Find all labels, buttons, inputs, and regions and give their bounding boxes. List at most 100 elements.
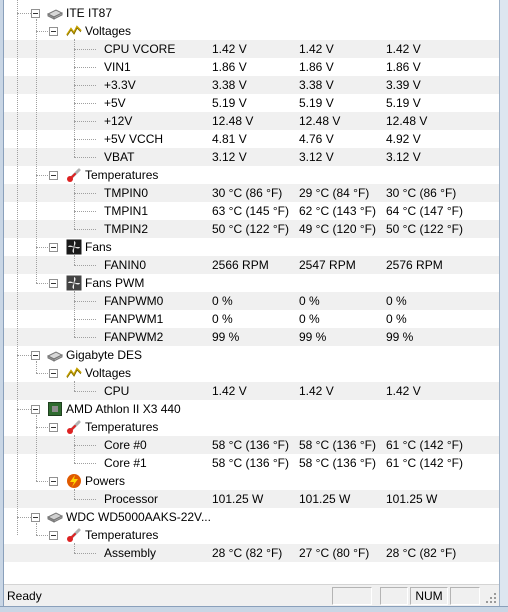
sensor-row-core-1[interactable]: Core #1 58 °C (136 °F) 58 °C (136 °F) 61 °C…: [4, 454, 499, 472]
collapse-toggle[interactable]: [31, 351, 40, 360]
value-max: 61 °C (142 °F): [386, 438, 463, 452]
node-label: Temperatures: [85, 528, 159, 542]
collapse-toggle[interactable]: [49, 423, 58, 432]
tree-connector: [74, 229, 96, 230]
tree-connector: [36, 175, 50, 176]
status-panel: [380, 587, 408, 605]
sensor-row-assembly[interactable]: Assembly 28 °C (82 °F) 27 °C (80 °F) 28 °C …: [4, 544, 499, 562]
tree-connector: [74, 183, 75, 229]
node-label: Fans: [85, 240, 112, 254]
tree-connector: [74, 139, 96, 140]
tree-connector: [74, 499, 96, 500]
sensor-row-core-0[interactable]: Core #0 58 °C (136 °F) 58 °C (136 °F) 61 °C…: [4, 436, 499, 454]
tree-connector: [74, 301, 96, 302]
sensor-row-tmpin2[interactable]: TMPIN2 50 °C (122 °F) 49 °C (120 °F) 50 °C …: [4, 220, 499, 238]
value-max: 1.86 V: [386, 60, 421, 74]
sensor-row-vbat[interactable]: VBAT 3.12 V 3.12 V 3.12 V: [4, 148, 499, 166]
node-label: ITE IT87: [66, 6, 113, 20]
sensor-row-3-3v[interactable]: +3.3V 3.38 V 3.38 V 3.39 V: [4, 76, 499, 94]
value-min: 27 °C (80 °F): [299, 546, 370, 560]
collapse-toggle[interactable]: [49, 531, 58, 540]
value-max: 61 °C (142 °F): [386, 456, 463, 470]
collapse-toggle[interactable]: [49, 27, 58, 36]
collapse-toggle[interactable]: [49, 279, 58, 288]
value-min: 62 °C (143 °F): [299, 204, 376, 218]
value-current: 99 %: [212, 330, 240, 344]
collapse-toggle[interactable]: [31, 513, 40, 522]
value-min: 58 °C (136 °F): [299, 456, 376, 470]
collapse-toggle[interactable]: [49, 243, 58, 252]
tree-connector: [74, 211, 96, 212]
sensor-row-tmpin0[interactable]: TMPIN0 30 °C (86 °F) 29 °C (84 °F) 30 °C (8…: [4, 184, 499, 202]
collapse-toggle[interactable]: [31, 405, 40, 414]
window-frame-right: [499, 0, 508, 612]
thermometer-icon: [66, 167, 82, 183]
tree-connector: [36, 19, 37, 283]
tree-node-temperatures[interactable]: Temperatures: [4, 166, 499, 184]
resize-grip-icon[interactable]: [484, 591, 498, 605]
tree-node-ite-it87[interactable]: ITE IT87: [4, 4, 499, 22]
value-max: 99 %: [386, 330, 414, 344]
sensor-row-tmpin1[interactable]: TMPIN1 63 °C (145 °F) 62 °C (143 °F) 64 °C …: [4, 202, 499, 220]
sensor-row-cpu[interactable]: CPU 1.42 V 1.42 V 1.42 V: [4, 382, 499, 400]
value-max: 12.48 V: [386, 114, 428, 128]
collapse-toggle[interactable]: [31, 9, 40, 18]
node-label: Voltages: [85, 24, 132, 38]
node-label: FANPWM2: [104, 330, 164, 344]
sensor-row-vin1[interactable]: VIN1 1.86 V 1.86 V 1.86 V: [4, 58, 499, 76]
status-bar: Ready NUM: [4, 584, 499, 606]
tree-connector: [74, 337, 96, 338]
sensor-row-fanpwm1[interactable]: FANPWM1 0 % 0 % 0 %: [4, 310, 499, 328]
sensor-row-5v-vcch[interactable]: +5V VCCH 4.81 V 4.76 V 4.92 V: [4, 130, 499, 148]
tree-node-powers[interactable]: Powers: [4, 472, 499, 490]
node-label: AMD Athlon II X3 440: [66, 402, 181, 416]
sensor-row-fanin0[interactable]: FANIN0 2566 RPM 2547 RPM 2576 RPM: [4, 256, 499, 274]
value-min: 0 %: [299, 294, 320, 308]
tree-node-wdc-wd5000aaks-22v[interactable]: WDC WD5000AAKS-22V...: [4, 508, 499, 526]
sensor-row-fanpwm2[interactable]: FANPWM2 99 % 99 % 99 %: [4, 328, 499, 346]
collapse-toggle[interactable]: [49, 369, 58, 378]
sensor-row-fanpwm0[interactable]: FANPWM0 0 % 0 % 0 %: [4, 292, 499, 310]
value-current: 63 °C (145 °F): [212, 204, 289, 218]
tree-node-temperatures[interactable]: Temperatures: [4, 418, 499, 436]
collapse-toggle[interactable]: [49, 477, 58, 486]
value-max: 3.39 V: [386, 78, 421, 92]
value-min: 101.25 W: [299, 492, 351, 506]
tree-node-voltages[interactable]: Voltages: [4, 22, 499, 40]
tree-node-temperatures[interactable]: Temperatures: [4, 526, 499, 544]
node-label: VBAT: [104, 150, 135, 164]
tree-connector: [36, 373, 50, 374]
value-max: 0 %: [386, 294, 407, 308]
tree-connector: [36, 283, 50, 284]
tree-connector: [17, 0, 18, 535]
node-label: CPU: [104, 384, 130, 398]
collapse-toggle[interactable]: [49, 171, 58, 180]
node-label: TMPIN2: [104, 222, 149, 236]
thermometer-icon: [66, 419, 82, 435]
sensor-tree[interactable]: ITE IT87 Voltages CPU VCORE 1.42 V 1.42 V 1.4…: [4, 0, 499, 583]
tree-connector: [36, 361, 37, 373]
window-frame-bottom: [0, 606, 508, 612]
tree-node-fans-pwm[interactable]: Fans PWM: [4, 274, 499, 292]
sensor-row-processor[interactable]: Processor 101.25 W 101.25 W 101.25 W: [4, 490, 499, 508]
value-max: 0 %: [386, 312, 407, 326]
tree-connector: [74, 435, 75, 463]
tree-node-amd-athlon-ii-x3-440[interactable]: AMD Athlon II X3 440: [4, 400, 499, 418]
tree-node-voltages[interactable]: Voltages: [4, 364, 499, 382]
node-label: WDC WD5000AAKS-22V...: [66, 510, 211, 524]
value-current: 12.48 V: [212, 114, 254, 128]
sensor-row-5v[interactable]: +5V 5.19 V 5.19 V 5.19 V: [4, 94, 499, 112]
value-max: 28 °C (82 °F): [386, 546, 457, 560]
node-label: Powers: [85, 474, 126, 488]
node-label: FANPWM1: [104, 312, 164, 326]
value-min: 0 %: [299, 312, 320, 326]
tree-node-gigabyte-des[interactable]: Gigabyte DES: [4, 346, 499, 364]
sensor-row-12v[interactable]: +12V 12.48 V 12.48 V 12.48 V: [4, 112, 499, 130]
sensor-row-cpu-vcore[interactable]: CPU VCORE 1.42 V 1.42 V 1.42 V: [4, 40, 499, 58]
status-panel: [450, 587, 480, 605]
tree-connector: [36, 427, 50, 428]
tree-connector: [74, 291, 75, 337]
value-min: 4.76 V: [299, 132, 334, 146]
tree-connector: [17, 355, 31, 356]
tree-node-fans[interactable]: Fans: [4, 238, 499, 256]
